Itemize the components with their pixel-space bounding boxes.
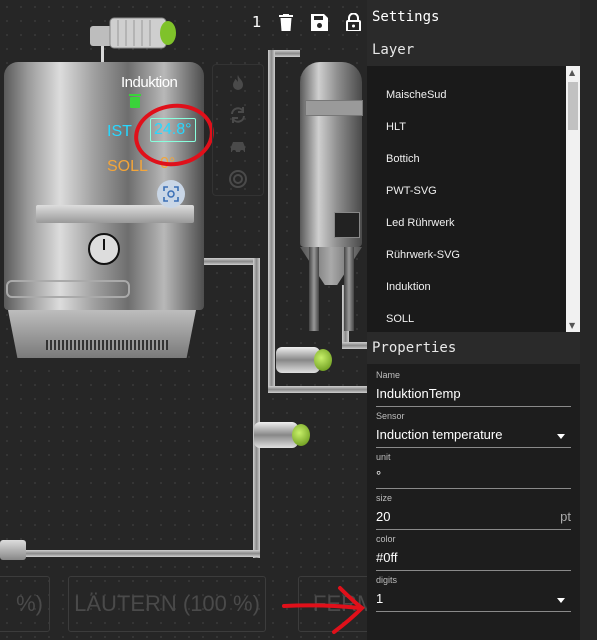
valve[interactable] xyxy=(276,347,332,373)
digits-value: 1 xyxy=(376,591,384,606)
layer-item[interactable]: Induktion xyxy=(367,271,580,303)
layer-item[interactable]: Led Rührwerk xyxy=(367,207,580,239)
properties-header: Properties xyxy=(367,332,580,364)
settings-panel: Settings Layer MaischeSud HLT Bottich PW… xyxy=(367,0,580,640)
delete-button[interactable] xyxy=(276,12,296,32)
save-button[interactable] xyxy=(310,12,330,32)
sensor-select[interactable]: Induction temperature xyxy=(376,423,571,448)
unit-field[interactable]: unit ° xyxy=(376,452,571,489)
heating-coil xyxy=(6,280,130,298)
vessel-base xyxy=(8,310,196,358)
step-tab[interactable]: %) xyxy=(0,576,50,632)
size-input[interactable]: 20 pt xyxy=(376,505,571,530)
trash-small-icon[interactable] xyxy=(128,93,142,108)
pipe xyxy=(342,342,367,349)
pipe xyxy=(0,550,260,557)
fermenter-leg xyxy=(344,247,354,331)
sensor-value: Induction temperature xyxy=(376,427,503,442)
step-tab-lautern[interactable]: LÄUTERN (100 %) xyxy=(68,576,266,632)
layer-item[interactable]: SOLL xyxy=(367,303,580,332)
annotation-arrow xyxy=(282,586,366,634)
fire-icon[interactable] xyxy=(228,73,248,93)
trash-icon xyxy=(278,13,293,31)
digits-select[interactable]: 1 xyxy=(376,587,571,612)
ist-label: IST xyxy=(107,123,132,140)
canvas-toolbar: 1 xyxy=(252,12,364,32)
scroll-thumb[interactable] xyxy=(568,82,578,130)
name-field[interactable]: Name InduktionTemp xyxy=(376,370,571,407)
pipe xyxy=(253,258,260,558)
save-icon xyxy=(311,13,329,31)
field-label: digits xyxy=(376,575,398,585)
layer-item[interactable]: Bottich xyxy=(367,143,580,175)
layer-item[interactable]: Rührwerk-SVG xyxy=(367,239,580,271)
fermenter-label-plate xyxy=(305,100,363,116)
chevron-down-icon xyxy=(557,434,565,439)
soll-label: SOLL xyxy=(107,158,148,175)
car-icon[interactable] xyxy=(228,137,248,157)
layer-item[interactable]: HLT xyxy=(367,111,580,143)
pipe-connector xyxy=(0,540,26,560)
digits-field[interactable]: digits 1 xyxy=(376,575,571,612)
field-label: Sensor xyxy=(376,411,405,421)
field-label: Name xyxy=(376,370,401,380)
color-field[interactable]: color #0ff xyxy=(376,534,571,571)
settings-title: Settings xyxy=(367,0,580,34)
unit-input[interactable]: ° xyxy=(376,464,571,489)
layer-header: Layer xyxy=(367,34,580,66)
valve[interactable] xyxy=(254,422,310,448)
properties-form: Name InduktionTemp Sensor Induction temp… xyxy=(367,364,580,612)
vessel-grill xyxy=(46,340,168,350)
selection-count: 1 xyxy=(252,13,262,31)
layer-list[interactable]: MaischeSud HLT Bottich PWT-SVG Led Rührw… xyxy=(367,66,580,332)
layer-item[interactable]: MaischeSud xyxy=(367,79,580,111)
scroll-down-icon[interactable]: ▼ xyxy=(569,321,575,330)
name-input[interactable]: InduktionTemp xyxy=(376,382,571,407)
scroll-up-icon[interactable]: ▲ xyxy=(569,68,575,77)
lock-button[interactable] xyxy=(344,12,364,32)
focus-icon xyxy=(163,186,179,202)
window-edge xyxy=(580,0,597,640)
layer-scrollbar[interactable]: ▲ ▼ xyxy=(566,66,580,332)
pipe xyxy=(268,386,367,393)
layer-item[interactable]: PWT-SVG xyxy=(367,175,580,207)
focus-button[interactable] xyxy=(157,180,185,208)
gauge-icon xyxy=(88,233,120,265)
pipe xyxy=(268,50,275,390)
fermenter-panel xyxy=(334,212,360,238)
fermenter-leg xyxy=(309,247,319,331)
vessel-action-icons xyxy=(212,64,264,196)
field-label: size xyxy=(376,493,393,503)
pipe xyxy=(200,258,260,265)
sensor-field[interactable]: Sensor Induction temperature xyxy=(376,411,571,448)
size-suffix: pt xyxy=(560,509,571,524)
ruehrwerk-motor[interactable] xyxy=(86,14,176,50)
size-value: 20 xyxy=(376,509,391,524)
vessel-name: Induktion xyxy=(121,74,178,91)
brew-canvas[interactable]: Induktion IST 24.8° SOLL 0° 1 %) LÄUTERN… xyxy=(0,0,367,640)
refresh-icon[interactable] xyxy=(228,105,248,125)
field-label: unit xyxy=(376,452,391,462)
lock-icon xyxy=(346,13,362,31)
size-field[interactable]: size 20 pt xyxy=(376,493,571,530)
chevron-down-icon xyxy=(557,598,565,603)
field-label: color xyxy=(376,534,396,544)
color-input[interactable]: #0ff xyxy=(376,546,571,571)
target-icon[interactable] xyxy=(228,169,248,189)
